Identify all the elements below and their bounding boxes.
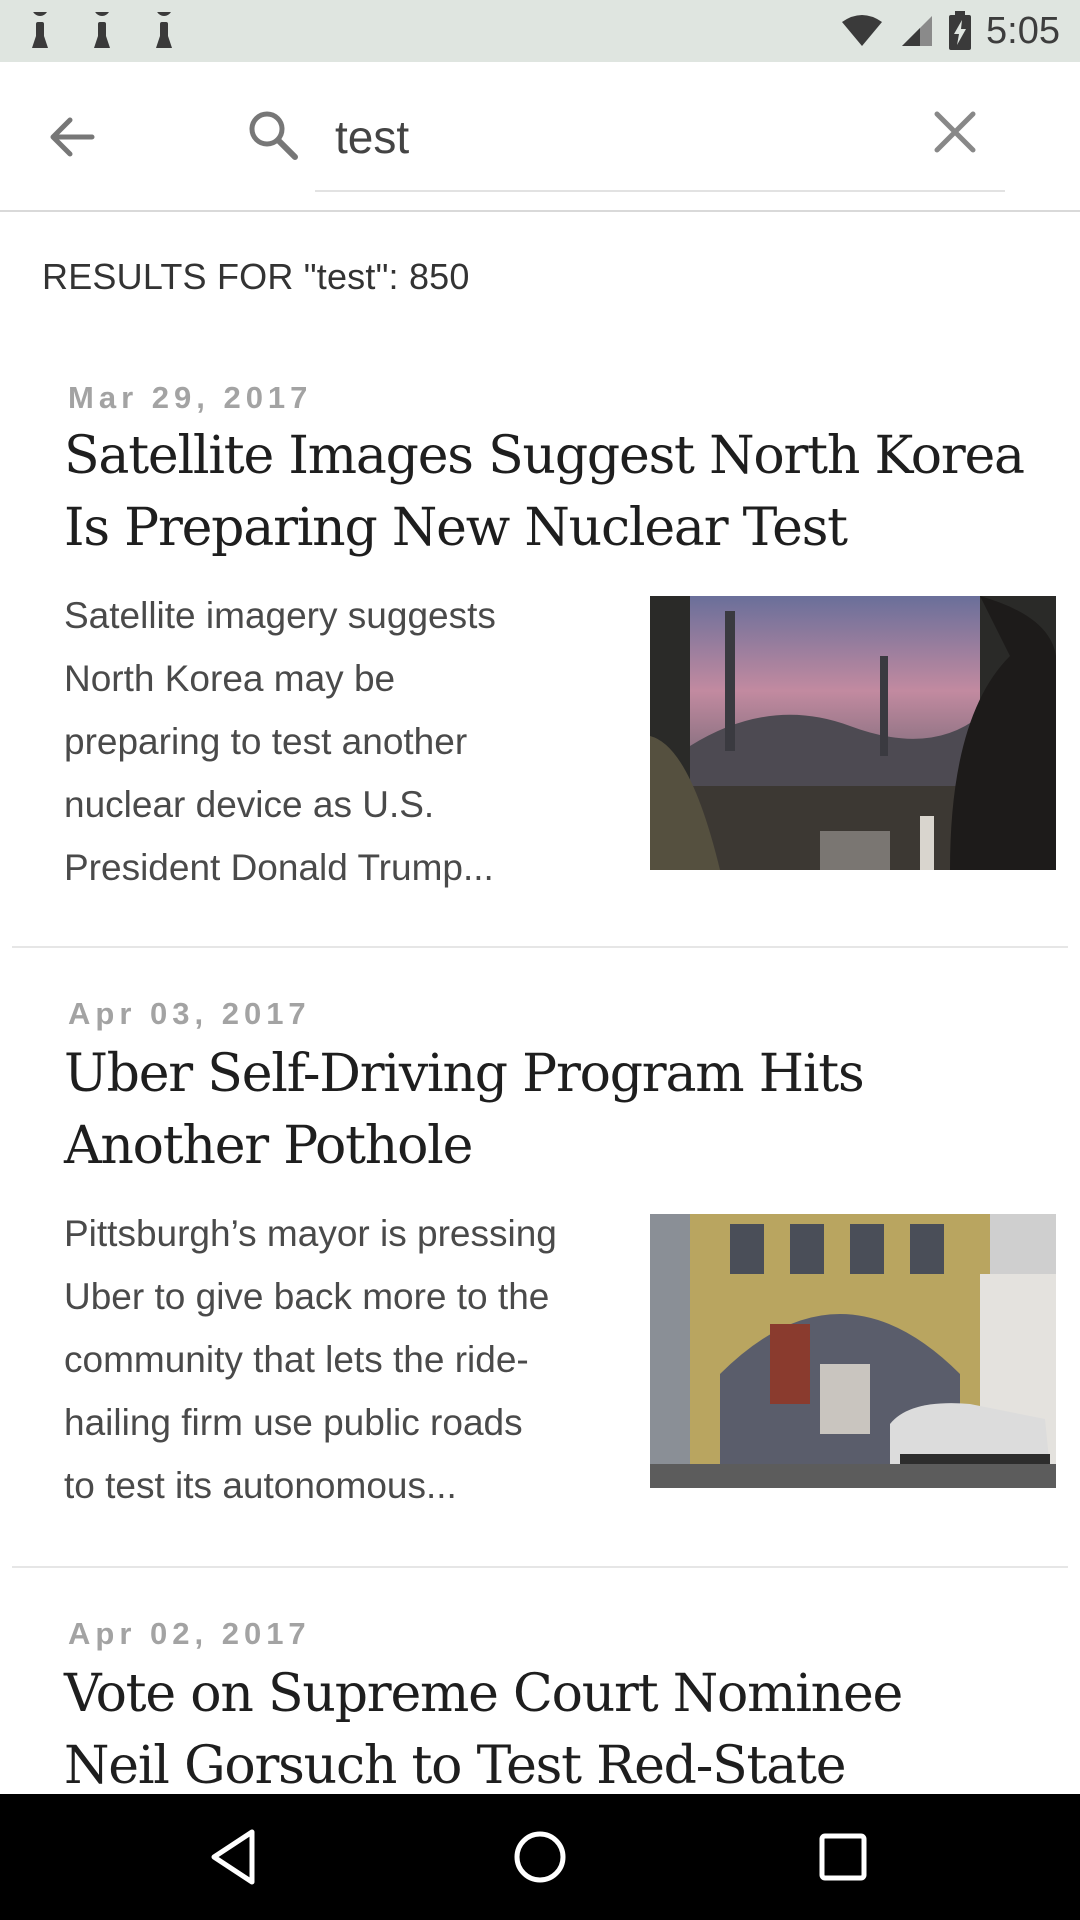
- article-title-line: Neil Gorsuch to Test Red-State: [64, 1736, 847, 1794]
- wifi-icon: [842, 15, 883, 46]
- article-thumbnail[interactable]: [650, 596, 1056, 870]
- article-title[interactable]: Satellite Images Suggest North Korea Is …: [64, 420, 1044, 564]
- summary-line: nuclear device as U.S.: [64, 784, 435, 825]
- summary-line: Pittsburgh’s mayor is pressing: [64, 1213, 557, 1254]
- search-input[interactable]: test: [315, 80, 1005, 192]
- back-triangle-icon[interactable]: [200, 1822, 270, 1892]
- notification-icons: [32, 12, 172, 48]
- clock: 5:05: [986, 9, 1060, 52]
- battery-charging-icon: [949, 11, 972, 50]
- article-date: Apr 02, 2017: [68, 1616, 311, 1651]
- summary-line: hailing firm use public roads: [64, 1402, 523, 1443]
- status-bar: 5:05: [0, 0, 1080, 62]
- summary-line: Satellite imagery suggests: [64, 595, 496, 636]
- close-icon[interactable]: [925, 102, 985, 162]
- back-arrow-icon[interactable]: [40, 102, 110, 172]
- search-icon: [249, 111, 298, 160]
- article-date: Apr 03, 2017: [68, 996, 311, 1031]
- article-title-line: Another Pothole: [64, 1116, 473, 1176]
- summary-line: to test its autonomous...: [64, 1465, 457, 1506]
- article-title[interactable]: Uber Self-Driving Program Hits Another P…: [64, 1038, 1044, 1182]
- article-title-line: Is Preparing New Nuclear Test: [64, 498, 848, 558]
- summary-line: President Donald Trump...: [64, 847, 494, 888]
- summary-line: community that lets the ride-: [64, 1339, 529, 1380]
- summary-line: North Korea may be: [64, 658, 396, 699]
- article-title-line: Uber Self-Driving Program Hits: [64, 1044, 865, 1104]
- article-card[interactable]: Mar 29, 2017 Satellite Images Suggest No…: [12, 340, 1068, 948]
- recents-square-icon[interactable]: [808, 1822, 878, 1892]
- summary-line: Uber to give back more to the: [64, 1276, 550, 1317]
- system-nav-bar: [0, 1794, 1080, 1920]
- article-date: Mar 29, 2017: [68, 380, 313, 415]
- article-title[interactable]: Vote on Supreme Court Nominee Neil Gorsu…: [64, 1658, 1044, 1794]
- search-app-bar: test: [0, 62, 1080, 212]
- signal-icon: [902, 16, 933, 46]
- search-query[interactable]: test: [335, 110, 409, 164]
- article-card[interactable]: Apr 02, 2017 Vote on Supreme Court Nomin…: [12, 1566, 1068, 1794]
- home-circle-icon[interactable]: [505, 1822, 575, 1892]
- article-summary: Pittsburgh’s mayor is pressing Uber to g…: [64, 1202, 644, 1517]
- article-title-line: Satellite Images Suggest North Korea: [64, 426, 1025, 486]
- article-card[interactable]: Apr 03, 2017 Uber Self-Driving Program H…: [12, 946, 1068, 1568]
- summary-line: preparing to test another: [64, 721, 468, 762]
- article-title-line: Vote on Supreme Court Nominee: [64, 1664, 903, 1724]
- article-summary: Satellite imagery suggests North Korea m…: [64, 584, 644, 899]
- article-thumbnail[interactable]: [650, 1214, 1056, 1488]
- results-count: RESULTS FOR "test": 850: [42, 256, 470, 297]
